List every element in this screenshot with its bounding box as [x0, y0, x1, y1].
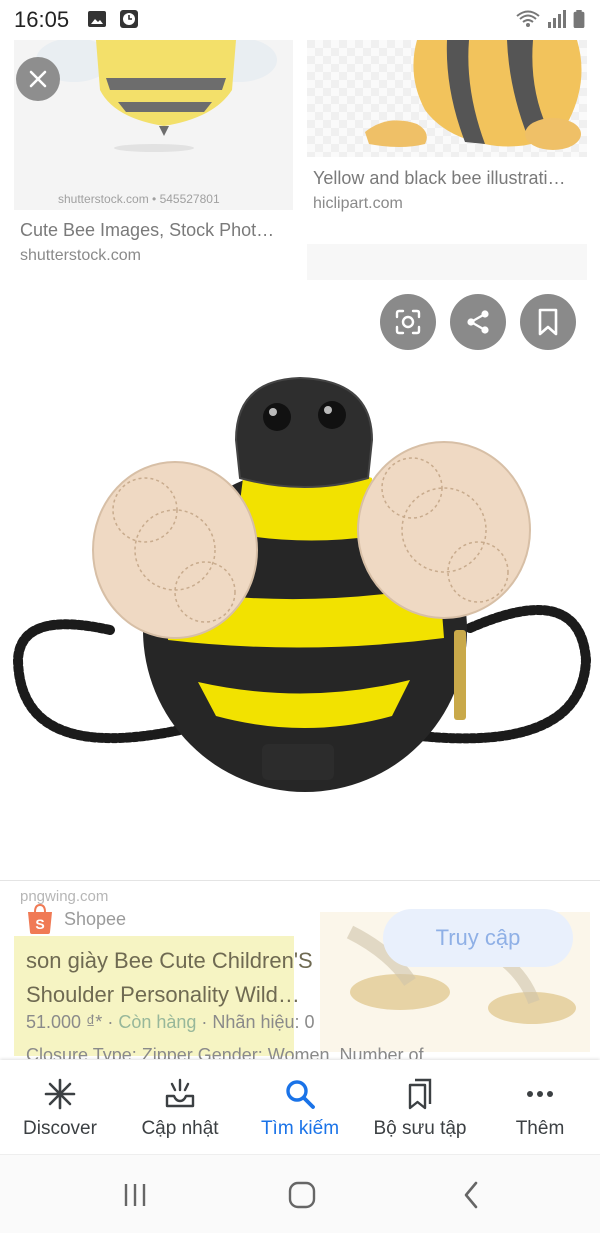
status-time: 16:05: [14, 7, 70, 32]
divider: [0, 880, 600, 881]
nav-updates[interactable]: Cập nhật: [120, 1060, 240, 1154]
result-title[interactable]: Cute Bee Images, Stock Phot…: [20, 220, 282, 241]
nav-more[interactable]: Thêm: [480, 1060, 600, 1154]
recent-apps-icon: [124, 1184, 146, 1206]
wifi-icon: [516, 10, 540, 27]
result-source: hiclipart.com: [313, 195, 403, 212]
lens-icon: [395, 309, 421, 335]
bee-bag-image[interactable]: [0, 360, 600, 800]
status-bar: 16:05: [0, 0, 600, 40]
close-button[interactable]: [16, 57, 60, 101]
bookmark-icon: [538, 308, 558, 336]
svg-text:S: S: [35, 916, 44, 932]
search-icon: [286, 1080, 315, 1109]
bee-illustration-image: [307, 40, 587, 157]
nav-label: Cập nhật: [141, 1118, 219, 1139]
meta-separator: ·: [107, 1012, 119, 1032]
close-icon: [29, 70, 47, 88]
share-icon: [467, 310, 489, 334]
signal-icon: [548, 10, 566, 28]
nav-label: Thêm: [515, 1118, 565, 1139]
store-row[interactable]: S Shopee: [26, 904, 126, 934]
stock-status: Còn hàng: [118, 1012, 197, 1032]
back-icon: [464, 1181, 478, 1209]
product-description: Closure Type: Zipper Gender: Women, Numb…: [26, 1045, 424, 1059]
result-placeholder: [307, 244, 587, 280]
save-button[interactable]: [520, 294, 576, 350]
result-thumbnail[interactable]: [307, 40, 587, 157]
nav-label: Bộ sưu tập: [373, 1118, 467, 1139]
share-button[interactable]: [450, 294, 506, 350]
image-source-watermark: pngwing.com: [20, 888, 109, 905]
home-button[interactable]: [282, 1177, 322, 1213]
nav-discover[interactable]: Discover: [0, 1060, 120, 1154]
meta-separator: ·: [201, 1012, 213, 1032]
product-title[interactable]: son giày Bee Cute Children'S Shoulder Pe…: [26, 944, 346, 1012]
product-price: 51.000 ₫*: [26, 1012, 103, 1032]
result-source: shutterstock.com: [20, 247, 141, 264]
nav-label: Tìm kiếm: [260, 1118, 340, 1139]
home-icon: [288, 1181, 316, 1209]
shopee-logo-icon: S: [28, 904, 52, 934]
nav-label: Discover: [23, 1118, 97, 1139]
recent-apps-button[interactable]: [115, 1177, 155, 1213]
store-name: Shopee: [64, 908, 127, 929]
more-icon: [527, 1091, 553, 1097]
visit-button[interactable]: Truy cập: [383, 909, 573, 967]
bottom-nav: Discover Cập nhật Tìm kiếm Bộ sưu tập Th…: [0, 1060, 600, 1154]
back-button[interactable]: [451, 1177, 491, 1213]
updates-icon: [165, 1078, 195, 1108]
battery-icon: [573, 10, 585, 28]
collections-icon: [408, 1078, 432, 1110]
result-title[interactable]: Yellow and black bee illustrati…: [313, 168, 579, 189]
product-meta: 51.000 ₫* · Còn hàng · Nhãn hiệu: 0: [26, 1012, 315, 1033]
thumbnail-watermark: shutterstock.com • 545527801: [58, 192, 220, 206]
nav-search[interactable]: Tìm kiếm: [240, 1060, 360, 1154]
lens-button[interactable]: [380, 294, 436, 350]
brand-label: Nhãn hiệu: 0: [212, 1012, 315, 1032]
nav-collections[interactable]: Bộ sưu tập: [360, 1060, 480, 1154]
clock-icon: [120, 10, 138, 28]
system-nav-bar: [0, 1154, 600, 1233]
asterisk-icon: [44, 1078, 76, 1110]
image-icon: [88, 11, 106, 27]
